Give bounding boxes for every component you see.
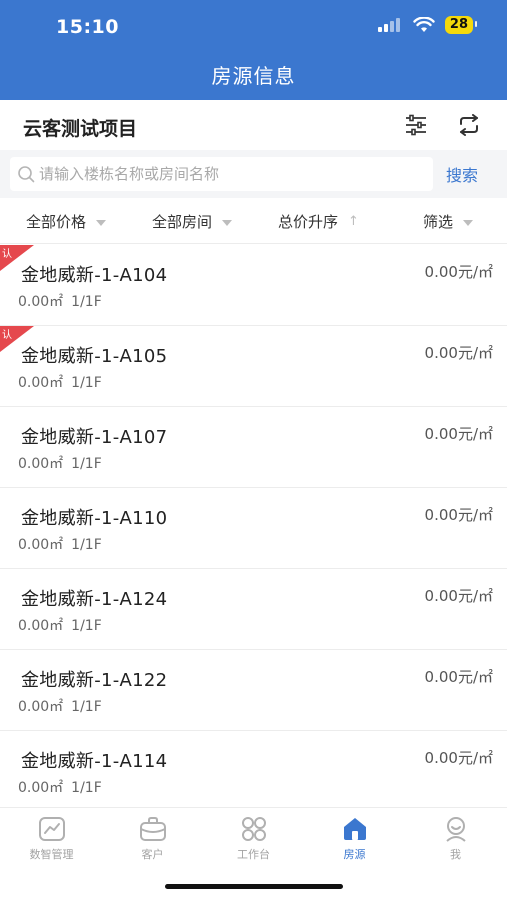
battery-level: 28: [449, 17, 468, 32]
filter-bar: 全部价格 全部房间 总价升序 ↑ 筛选: [0, 198, 507, 244]
list-item[interactable]: 认 金地威新-1-A104 0.00元/㎡ 0.00㎡ 1/1F: [0, 245, 507, 326]
settings-sliders-icon[interactable]: [404, 114, 428, 136]
room-area: 0.00㎡: [18, 294, 64, 310]
project-name: 云客测试项目: [23, 118, 138, 140]
room-meta: 0.00㎡ 1/1F: [18, 696, 110, 716]
tab-label: 房源: [343, 848, 366, 861]
filter-room[interactable]: 全部房间: [152, 211, 233, 232]
status-icons: 28: [377, 16, 478, 34]
tab-listings[interactable]: 房源: [304, 816, 405, 862]
room-name: 金地威新-1-A104: [21, 265, 168, 286]
tab-me[interactable]: 我: [405, 816, 506, 862]
room-list: 认 金地威新-1-A104 0.00元/㎡ 0.00㎡ 1/1F 认 金地威新-1…: [0, 245, 507, 807]
room-area: 0.00㎡: [18, 780, 64, 796]
room-name: 金地威新-1-A114: [21, 751, 168, 772]
caret-down-icon: [96, 219, 107, 226]
room-unit-price: 0.00元/㎡: [424, 587, 493, 605]
filter-room-label: 全部房间: [152, 213, 213, 231]
search-bar: 搜索: [0, 150, 507, 198]
room-name: 金地威新-1-A122: [21, 670, 168, 691]
briefcase-icon: [139, 817, 166, 841]
cellular-signal-icon: [377, 18, 400, 32]
search-icon: [18, 166, 35, 183]
room-meta: 0.00㎡ 1/1F: [18, 615, 110, 635]
list-item[interactable]: 认 金地威新-1-A105 0.00元/㎡ 0.00㎡ 1/1F: [0, 326, 507, 407]
room-name: 金地威新-1-A105: [21, 346, 168, 367]
tab-label: 我: [450, 848, 461, 861]
caret-down-icon: [463, 219, 474, 226]
list-item[interactable]: 金地威新-1-A114 0.00元/㎡ 0.00㎡ 1/1F: [0, 731, 507, 807]
tab-label: 数智管理: [29, 848, 74, 861]
room-meta: 0.00㎡ 1/1F: [18, 453, 110, 473]
room-unit-price: 0.00元/㎡: [424, 749, 493, 767]
tab-label: 客户: [141, 848, 164, 861]
room-floor: 1/1F: [71, 618, 102, 634]
tab-label: 工作台: [237, 848, 270, 861]
room-meta: 0.00㎡ 1/1F: [18, 372, 110, 392]
project-bar: 云客测试项目: [0, 100, 507, 150]
wifi-icon: [413, 17, 435, 32]
room-area: 0.00㎡: [18, 456, 64, 472]
chart-icon: [38, 817, 65, 841]
room-area: 0.00㎡: [18, 375, 64, 391]
room-area: 0.00㎡: [18, 699, 64, 715]
room-unit-price: 0.00元/㎡: [424, 344, 493, 362]
list-item[interactable]: 金地威新-1-A107 0.00元/㎡ 0.00㎡ 1/1F: [0, 407, 507, 488]
room-floor: 1/1F: [71, 375, 102, 391]
tab-customers[interactable]: 客户: [102, 816, 203, 862]
caret-down-icon: [222, 219, 233, 226]
room-floor: 1/1F: [71, 537, 102, 553]
grid-icon: [241, 817, 266, 841]
list-item[interactable]: 金地威新-1-A110 0.00元/㎡ 0.00㎡ 1/1F: [0, 488, 507, 569]
house-icon: [343, 818, 366, 840]
sort-label: 总价升序: [278, 213, 339, 231]
battery-indicator: 28: [444, 16, 478, 34]
page-title: 房源信息: [211, 64, 296, 88]
search-input[interactable]: [39, 165, 419, 183]
room-meta: 0.00㎡ 1/1F: [18, 534, 110, 554]
room-floor: 1/1F: [71, 456, 102, 472]
tab-data-management[interactable]: 数智管理: [1, 816, 102, 862]
room-name: 金地威新-1-A124: [21, 589, 168, 610]
filter-more-label: 筛选: [423, 213, 454, 231]
search-button[interactable]: 搜索: [446, 162, 478, 186]
list-item[interactable]: 金地威新-1-A122 0.00元/㎡ 0.00㎡ 1/1F: [0, 650, 507, 731]
room-meta: 0.00㎡ 1/1F: [18, 291, 110, 311]
user-icon: [445, 817, 466, 842]
room-floor: 1/1F: [71, 294, 102, 310]
arrow-up-icon: ↑: [348, 214, 359, 229]
room-unit-price: 0.00元/㎡: [424, 263, 493, 281]
app-header: 15:10 28 房源信息: [0, 0, 507, 100]
search-box[interactable]: [10, 157, 433, 191]
room-meta: 0.00㎡ 1/1F: [18, 777, 110, 797]
room-floor: 1/1F: [71, 780, 102, 796]
room-area: 0.00㎡: [18, 618, 64, 634]
room-unit-price: 0.00元/㎡: [424, 668, 493, 686]
filter-price[interactable]: 全部价格: [26, 211, 107, 232]
room-area: 0.00㎡: [18, 537, 64, 553]
sort-total-price[interactable]: 总价升序 ↑: [278, 211, 359, 232]
room-name: 金地威新-1-A107: [21, 427, 168, 448]
room-floor: 1/1F: [71, 699, 102, 715]
home-indicator: [165, 884, 343, 889]
room-unit-price: 0.00元/㎡: [424, 506, 493, 524]
list-item[interactable]: 金地威新-1-A124 0.00元/㎡ 0.00㎡ 1/1F: [0, 569, 507, 650]
filter-more[interactable]: 筛选: [423, 211, 474, 232]
room-name: 金地威新-1-A110: [21, 508, 168, 529]
filter-price-label: 全部价格: [26, 213, 87, 231]
room-unit-price: 0.00元/㎡: [424, 425, 493, 443]
tab-workbench[interactable]: 工作台: [203, 816, 304, 862]
switch-project-icon[interactable]: [457, 114, 481, 136]
status-time: 15:10: [56, 16, 119, 38]
